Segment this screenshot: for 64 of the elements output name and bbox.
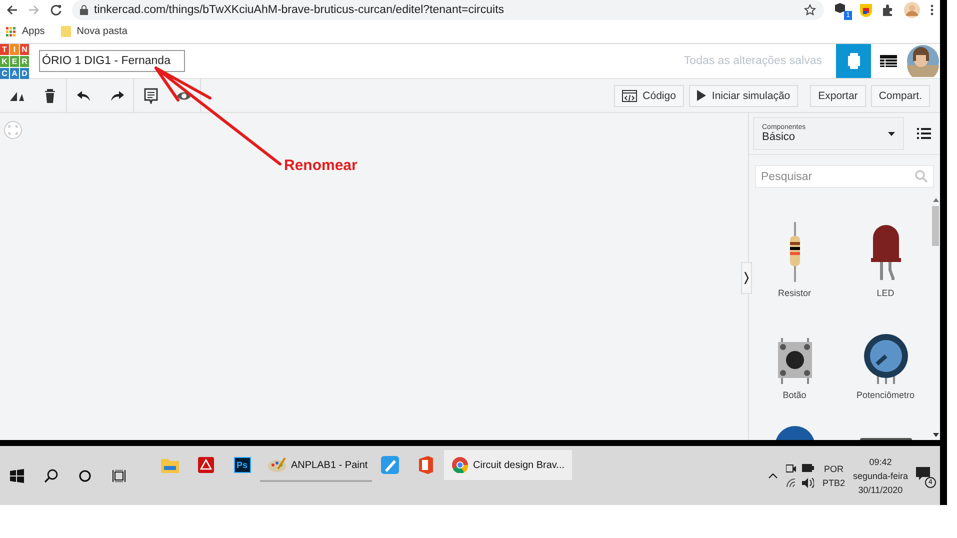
- clock[interactable]: 09:42 segunda-feira 30/11/2020: [852, 456, 908, 494]
- logo[interactable]: T I N K E R C A D: [0, 44, 29, 78]
- title-field[interactable]: ÓRIO 1 DIG1 - Fernanda: [39, 50, 186, 72]
- reload-icon[interactable]: [50, 4, 62, 16]
- bookmark[interactable]: Apps: [6, 26, 45, 37]
- avatar-icon[interactable]: [907, 45, 939, 77]
- component-item[interactable]: Resistor: [749, 196, 840, 298]
- photoshop-icon: Ps: [234, 457, 250, 473]
- board-icon: [848, 53, 860, 69]
- lock-icon: [80, 5, 88, 15]
- star-icon[interactable]: [804, 4, 816, 16]
- shield-icon[interactable]: [860, 4, 872, 16]
- pushbutton-icon: [776, 338, 812, 384]
- caret-icon[interactable]: [768, 472, 778, 478]
- language-indicator[interactable]: POR PTB2: [822, 464, 845, 488]
- play-icon: [696, 90, 706, 101]
- chrome-icon: [452, 457, 468, 473]
- folder-icon: [60, 26, 71, 37]
- folder-icon: [161, 457, 179, 473]
- save-status: Todas as alterações salvas: [684, 55, 822, 67]
- search-icon: [915, 170, 928, 183]
- wifi-icon[interactable]: [786, 478, 796, 488]
- code-icon: [622, 90, 637, 102]
- note-icon: [142, 88, 158, 104]
- brush-app-icon: [381, 456, 399, 474]
- windows-icon: [10, 468, 24, 482]
- task-view-icon: [112, 470, 126, 482]
- office-icon: [419, 456, 433, 474]
- taskbar-app[interactable]: Circuit design Brav...: [444, 450, 572, 482]
- battery-icon[interactable]: [802, 464, 814, 472]
- code-button[interactable]: Código: [614, 84, 684, 106]
- list-icon[interactable]: [917, 128, 931, 139]
- scrollbar-thumb[interactable]: [932, 206, 939, 246]
- taskbar-app[interactable]: ANPLAB1 - Paint: [260, 450, 372, 482]
- table-icon: [880, 55, 897, 67]
- toolbar-button[interactable]: Compart.: [870, 84, 930, 106]
- potentiometer-icon: [862, 334, 908, 384]
- scroll-down-icon[interactable]: [932, 433, 938, 437]
- component-item[interactable]: Potenciômetro: [840, 298, 931, 400]
- annotation-label: Renomear: [284, 157, 358, 174]
- meet-icon[interactable]: [786, 464, 796, 474]
- scroll-up-icon[interactable]: [932, 198, 938, 202]
- speaker-icon[interactable]: [802, 478, 814, 488]
- led-icon: [870, 222, 900, 282]
- apps-grid-icon: [6, 26, 16, 36]
- search-icon: [44, 468, 58, 482]
- toolbar-button[interactable]: Exportar: [810, 84, 866, 106]
- pdf-icon: [198, 457, 214, 473]
- taskbar-app[interactable]: Ps: [224, 450, 260, 480]
- circle-icon: [79, 470, 91, 482]
- component-item[interactable]: LED: [840, 196, 931, 298]
- resistor-icon: [788, 222, 802, 282]
- bookmark[interactable]: Nova pasta: [60, 26, 128, 37]
- start-simulation-button[interactable]: Iniciar simulação: [688, 84, 798, 106]
- palette-icon: [268, 457, 286, 473]
- chevron-icon: [744, 271, 749, 285]
- collapse-panel-button[interactable]: [741, 262, 752, 294]
- caret-icon: [888, 132, 895, 136]
- back-icon[interactable]: [6, 4, 18, 16]
- menu-icon[interactable]: [930, 4, 934, 16]
- puzzle-icon[interactable]: [882, 4, 894, 16]
- search-field[interactable]: Pesquisar: [755, 165, 934, 188]
- address-bar[interactable]: tinkercad.com/things/bTwXKciuAhM-brave-bruticus-curcan/editel?tenant=circuits: [72, 0, 824, 20]
- component-item[interactable]: Botão: [749, 298, 840, 400]
